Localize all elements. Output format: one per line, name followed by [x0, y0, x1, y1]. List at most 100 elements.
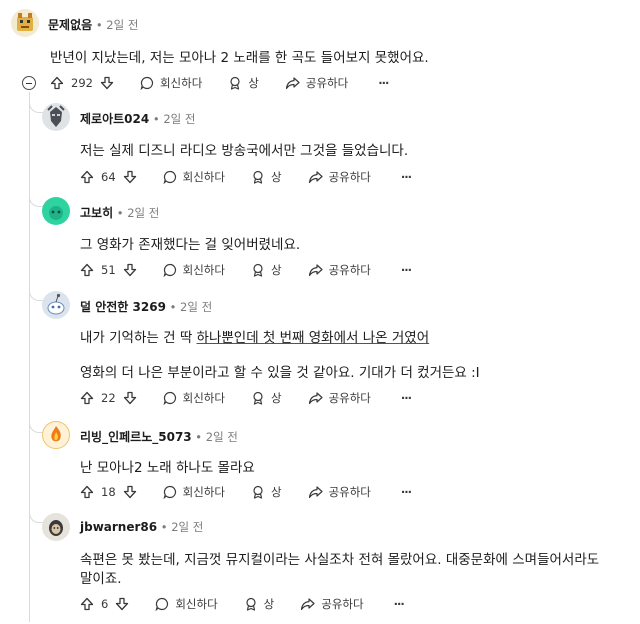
- username[interactable]: 덜 안전한 3269: [80, 300, 166, 314]
- avatar[interactable]: [42, 421, 70, 449]
- more-options-button[interactable]: ···: [401, 170, 412, 184]
- thread-connector: [29, 286, 44, 301]
- comment-author: 제로아트024 • 2일 전: [80, 110, 195, 127]
- comment-bubble-icon: [163, 391, 177, 405]
- share-label: 공유하다: [328, 391, 371, 405]
- reply-label: 회신하다: [182, 263, 225, 277]
- share-icon: [300, 597, 315, 611]
- downvote-icon[interactable]: [123, 170, 137, 184]
- share-label: 공유하다: [328, 263, 371, 277]
- share-button[interactable]: 공유하다: [308, 169, 371, 185]
- timestamp[interactable]: 2일 전: [171, 520, 203, 534]
- more-options-button[interactable]: ···: [394, 597, 405, 611]
- comment-author: 고보히 • 2일 전: [80, 204, 159, 221]
- share-button[interactable]: 공유하다: [308, 262, 371, 278]
- more-options-button[interactable]: ···: [378, 76, 389, 90]
- award-label: 상: [270, 391, 282, 405]
- award-label: 상: [270, 263, 282, 277]
- reply-label: 회신하다: [159, 76, 203, 90]
- comment-author: 문제없음 • 2일 전: [48, 16, 138, 33]
- username[interactable]: 문제없음: [48, 18, 92, 32]
- downvote-icon[interactable]: [123, 391, 137, 405]
- downvote-icon[interactable]: [123, 263, 137, 277]
- avatar[interactable]: [42, 513, 70, 541]
- reply-label: 회신하다: [182, 170, 225, 184]
- separator: •: [92, 18, 107, 32]
- vote-count: 51: [101, 263, 116, 277]
- timestamp[interactable]: 2일 전: [206, 430, 238, 444]
- thread-connector: [29, 98, 44, 113]
- share-label: 공유하다: [305, 76, 349, 90]
- reply-button[interactable]: 회신하다: [163, 262, 225, 278]
- reply-button[interactable]: 회신하다: [163, 390, 225, 406]
- comment-bubble-icon: [163, 170, 177, 184]
- downvote-icon[interactable]: [123, 485, 137, 499]
- separator: •: [165, 300, 181, 314]
- award-button[interactable]: 상: [251, 390, 282, 406]
- downvote-icon[interactable]: [100, 76, 114, 90]
- avatar[interactable]: [42, 291, 70, 319]
- vote-count: 18: [101, 485, 116, 499]
- collapse-thread-button[interactable]: [22, 76, 36, 90]
- award-button[interactable]: 상: [244, 596, 275, 612]
- upvote-icon[interactable]: [80, 170, 94, 184]
- comment-body: 말이죠.: [80, 571, 122, 587]
- upvote-icon[interactable]: [80, 485, 94, 499]
- award-button[interactable]: 상: [251, 262, 282, 278]
- share-icon: [308, 391, 323, 405]
- reply-button[interactable]: 회신하다: [163, 484, 225, 500]
- timestamp[interactable]: 2일 전: [180, 300, 212, 314]
- avatar[interactable]: [11, 9, 39, 37]
- timestamp[interactable]: 2일 전: [163, 112, 195, 126]
- share-icon: [308, 263, 323, 277]
- share-icon: [308, 485, 323, 499]
- share-button[interactable]: 공유하다: [308, 390, 371, 406]
- share-label: 공유하다: [321, 597, 364, 611]
- award-icon: [251, 170, 265, 184]
- award-button[interactable]: 상: [228, 75, 259, 91]
- more-options-button[interactable]: ···: [401, 263, 412, 277]
- award-button[interactable]: 상: [251, 169, 282, 185]
- share-button[interactable]: 공유하다: [285, 75, 348, 91]
- reply-button[interactable]: 회신하다: [140, 75, 202, 91]
- comment-author: 덜 안전한 3269 • 2일 전: [80, 298, 212, 315]
- username[interactable]: 리빙_인페르노_5073: [80, 430, 192, 444]
- more-options-button[interactable]: ···: [401, 391, 412, 405]
- comment-actions: 51 회신하다 상 공유하다 ···: [80, 260, 437, 280]
- more-options-button[interactable]: ···: [401, 485, 412, 499]
- comment-body: 그 영화가 존재했다는 걸 잊어버렸네요.: [80, 237, 301, 253]
- reply-button[interactable]: 회신하다: [155, 596, 218, 612]
- share-label: 공유하다: [328, 170, 371, 184]
- comment-text: 내가 기억하는 건 딱: [80, 330, 197, 346]
- upvote-icon[interactable]: [80, 391, 94, 405]
- share-button[interactable]: 공유하다: [300, 596, 364, 612]
- username[interactable]: 제로아트024: [80, 112, 149, 126]
- comment-bubble-icon: [140, 76, 154, 90]
- comment-actions: 22 회신하다 상 공유하다 ···: [80, 388, 437, 408]
- timestamp[interactable]: 2일 전: [106, 18, 138, 32]
- share-button[interactable]: 공유하다: [308, 484, 371, 500]
- award-label: 상: [263, 597, 275, 611]
- quoted-link-text[interactable]: 하나뿐인데 첫 번째 영화에서 나온 거였어: [197, 330, 430, 346]
- award-icon: [251, 391, 265, 405]
- award-icon: [251, 263, 265, 277]
- comment-actions: 292 회신하다 상 공유하다 ···: [50, 73, 414, 93]
- timestamp[interactable]: 2일 전: [127, 206, 159, 220]
- avatar[interactable]: [42, 197, 70, 225]
- downvote-icon[interactable]: [115, 597, 129, 611]
- comment-bubble-icon: [163, 263, 177, 277]
- upvote-icon[interactable]: [80, 263, 94, 277]
- username[interactable]: jbwarner86: [80, 520, 157, 534]
- comment-body-line: 내가 기억하는 건 딱 하나뿐인데 첫 번째 영화에서 나온 거였어: [80, 326, 429, 346]
- separator: •: [113, 206, 128, 220]
- avatar[interactable]: [42, 103, 70, 131]
- upvote-icon[interactable]: [80, 597, 94, 611]
- share-icon: [285, 76, 300, 90]
- award-label: 상: [270, 170, 282, 184]
- reply-button[interactable]: 회신하다: [163, 169, 225, 185]
- username[interactable]: 고보히: [80, 206, 113, 220]
- award-button[interactable]: 상: [251, 484, 282, 500]
- thread-connector: [29, 508, 44, 523]
- comment-body: 저는 실제 디즈니 라디오 방송국에서만 그것을 들었습니다.: [80, 143, 409, 159]
- upvote-icon[interactable]: [50, 76, 64, 90]
